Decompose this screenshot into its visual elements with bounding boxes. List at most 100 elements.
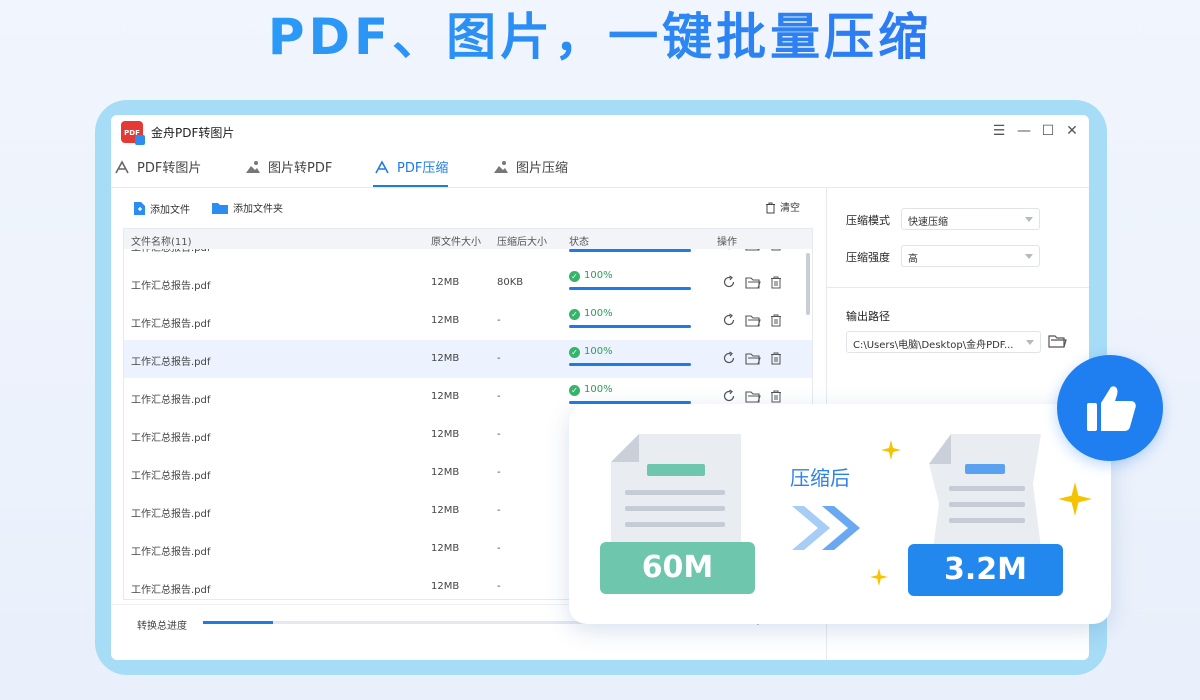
- add-folder-label: 添加文件夹: [233, 204, 283, 215]
- check-circle-icon: ✓: [569, 309, 580, 320]
- file-name: 工作汇总报告.pdf: [131, 585, 211, 596]
- file-name: 工作汇总报告.pdf: [131, 357, 211, 368]
- add-file-button[interactable]: 添加文件: [133, 201, 190, 219]
- original-size: 12MB: [431, 543, 460, 554]
- original-size: 12MB: [431, 353, 460, 364]
- menu-icon[interactable]: ☰: [991, 123, 1007, 139]
- check-circle-icon: ✓: [569, 347, 580, 358]
- retry-icon[interactable]: [722, 351, 745, 368]
- open-folder-icon[interactable]: [745, 353, 770, 368]
- double-chevron-right-icon: [792, 506, 860, 550]
- status-line: ✓ 100%: [569, 346, 693, 358]
- settings-divider: [827, 287, 1089, 288]
- file-name: 工作汇总报告.pdf: [131, 319, 211, 330]
- table-row[interactable]: 工作汇总报告.pdf12MB-✓100%: [124, 302, 812, 340]
- retry-icon[interactable]: [722, 275, 745, 292]
- status-percent: 100%: [584, 384, 613, 395]
- status-percent: 100%: [584, 308, 613, 319]
- retry-icon[interactable]: [722, 249, 745, 254]
- original-size: 12MB: [431, 391, 460, 402]
- compressed-size: -: [497, 249, 501, 250]
- app-logo-corner: [135, 135, 145, 145]
- file-name: 工作汇总报告.pdf: [131, 471, 211, 482]
- compress-mode-select[interactable]: 快速压缩: [901, 208, 1040, 230]
- original-size: 12MB: [431, 505, 460, 516]
- check-circle-icon: ✓: [569, 271, 580, 282]
- status-percent: 100%: [584, 270, 613, 281]
- title-bar: PDF 金舟PDF转图片 ☰ — ☐ ✕: [111, 115, 1089, 149]
- file-name: 工作汇总报告.pdf: [131, 395, 211, 406]
- image-tool-icon: [494, 161, 508, 173]
- tab-pdf-to-image[interactable]: PDF转图片: [113, 157, 201, 187]
- row-progress-fill: [569, 325, 691, 328]
- browse-folder-icon[interactable]: [1048, 334, 1067, 349]
- sparkle-icon: [1058, 482, 1092, 516]
- file-name: 工作汇总报告.pdf: [131, 281, 211, 292]
- status-cell: ✓ 100%: [569, 308, 693, 328]
- tab-pdf-compress[interactable]: PDF压缩: [373, 157, 449, 187]
- clear-label: 清空: [780, 203, 800, 214]
- tab-label: PDF压缩: [397, 161, 449, 176]
- tab-bar: PDF转图片 图片转PDF PDF压缩 图片压缩: [111, 149, 1089, 187]
- minimize-icon[interactable]: —: [1016, 123, 1032, 139]
- add-folder-button[interactable]: 添加文件夹: [211, 201, 283, 218]
- compress-strength-label: 压缩强度: [846, 251, 890, 264]
- retry-icon[interactable]: [722, 313, 745, 330]
- file-toolbar: 添加文件 添加文件夹 清空: [123, 197, 813, 223]
- compress-mode-value: 快速压缩: [908, 217, 948, 228]
- table-scrollbar[interactable]: [806, 253, 810, 315]
- close-icon[interactable]: ✕: [1064, 123, 1080, 139]
- original-size: 12MB: [431, 429, 460, 440]
- after-size-badge: 3.2M: [908, 544, 1063, 596]
- row-actions: [722, 313, 791, 330]
- row-progress-fill: [569, 249, 691, 252]
- original-size: 12MB: [431, 315, 460, 326]
- output-path-value: C:\Users\电脑\Desktop\金舟PDF...: [853, 340, 1014, 351]
- col-filename: 文件名称(11): [131, 237, 192, 248]
- compression-promo-card: 60M 压缩后 3.2M: [569, 404, 1111, 624]
- col-status: 状态: [569, 237, 589, 248]
- chevron-down-icon: [1025, 217, 1033, 222]
- chevron-down-icon: [1026, 340, 1034, 345]
- open-folder-icon[interactable]: [745, 277, 770, 292]
- compressed-size: -: [497, 429, 501, 440]
- before-size-badge: 60M: [600, 542, 755, 594]
- output-path-label: 输出路径: [846, 310, 890, 323]
- table-row[interactable]: 工作汇总报告.pdf12MB-✓100%: [124, 340, 812, 378]
- pdf-tool-icon: [115, 160, 129, 174]
- delete-icon[interactable]: [770, 276, 791, 292]
- tab-label: 图片压缩: [516, 161, 569, 176]
- row-actions: [722, 275, 791, 292]
- output-path-input[interactable]: C:\Users\电脑\Desktop\金舟PDF...: [846, 331, 1041, 353]
- row-actions: [722, 249, 791, 254]
- delete-icon[interactable]: [770, 249, 791, 254]
- pdf-tool-icon: [375, 160, 389, 174]
- clear-button[interactable]: 清空: [765, 201, 800, 217]
- row-progress-fill: [569, 363, 691, 366]
- total-progress-fill: [203, 621, 274, 624]
- tab-image-compress[interactable]: 图片压缩: [492, 157, 568, 187]
- thumbs-up-icon: [1087, 386, 1136, 431]
- col-actions: 操作: [717, 237, 737, 248]
- file-name: 工作汇总报告.pdf: [131, 433, 211, 444]
- row-progress-bar: [569, 363, 691, 366]
- original-size: 12MB: [431, 277, 460, 288]
- compress-strength-select[interactable]: 高: [901, 245, 1040, 267]
- status-cell: ✓ 100%: [569, 270, 693, 290]
- table-row[interactable]: 工作汇总报告.pdf12MB-✓100%: [124, 249, 812, 264]
- delete-icon[interactable]: [770, 352, 791, 368]
- add-folder-icon: [212, 203, 228, 214]
- row-progress-bar: [569, 325, 691, 328]
- open-folder-icon[interactable]: [745, 249, 770, 254]
- file-name: 工作汇总报告.pdf: [131, 547, 211, 558]
- compressed-size: -: [497, 581, 501, 592]
- sparkle-icon: [870, 568, 888, 586]
- delete-icon[interactable]: [770, 314, 791, 330]
- table-row[interactable]: 工作汇总报告.pdf 12MB 80KB ✓ 100%: [124, 264, 812, 302]
- total-progress-label: 转换总进度: [137, 621, 187, 632]
- open-folder-icon[interactable]: [745, 315, 770, 330]
- app-logo-icon: PDF: [121, 121, 145, 145]
- maximize-icon[interactable]: ☐: [1040, 123, 1056, 139]
- status-percent: 100%: [584, 346, 613, 357]
- tab-image-to-pdf[interactable]: 图片转PDF: [244, 157, 332, 187]
